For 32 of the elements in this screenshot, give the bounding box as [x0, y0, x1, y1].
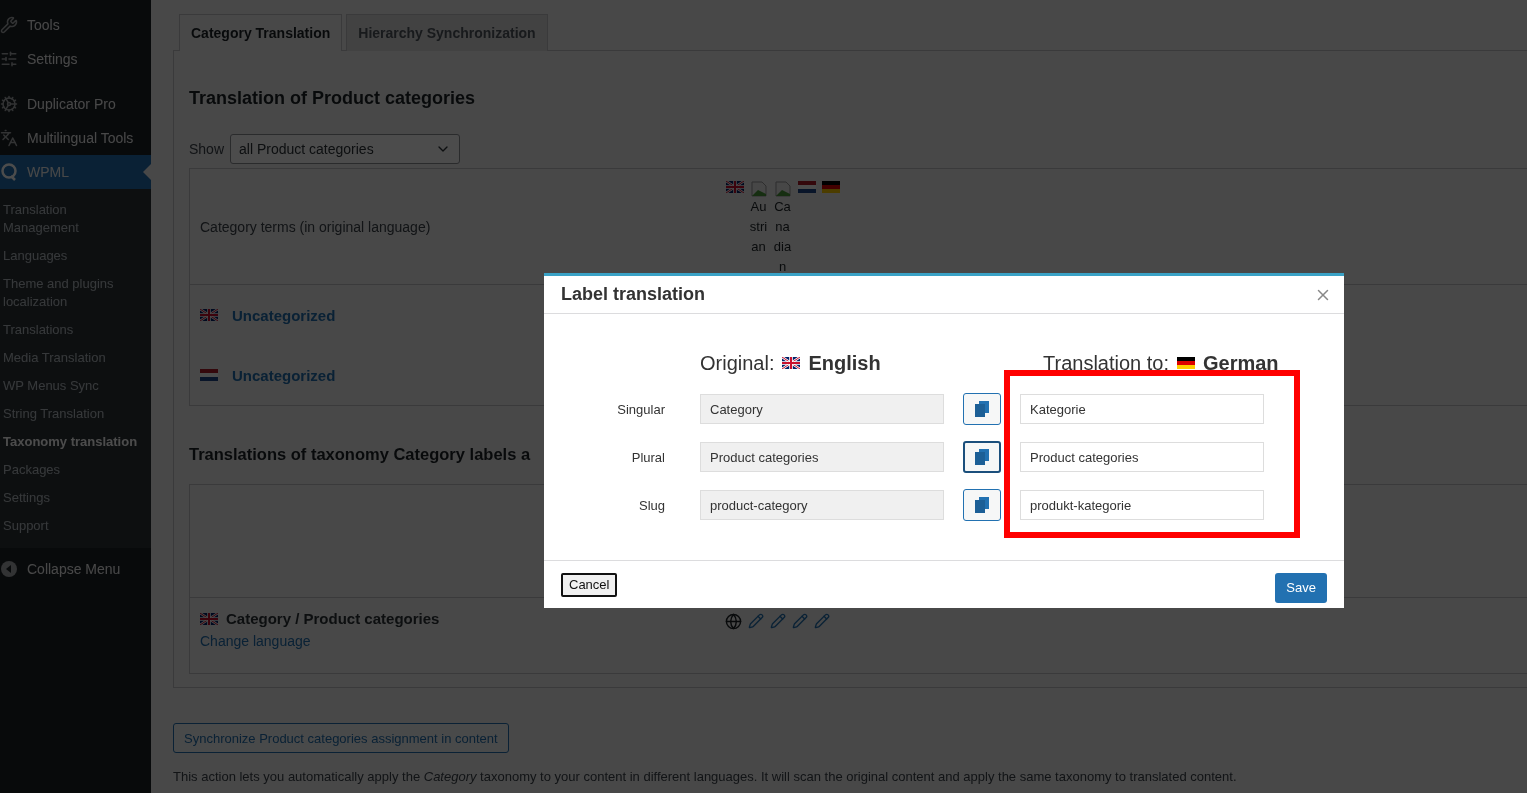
- section-heading: Translations of taxonomy Category labels a: [189, 444, 531, 465]
- translation-field[interactable]: Kategorie: [1020, 394, 1264, 424]
- term-link[interactable]: Uncategorized: [232, 366, 336, 384]
- copy-button[interactable]: [963, 393, 1001, 425]
- copy-icon: [975, 497, 989, 513]
- translation-field[interactable]: produkt-kategorie: [1020, 490, 1264, 520]
- term-link[interactable]: Uncategorized: [232, 306, 336, 324]
- field-label: Singular: [616, 401, 666, 417]
- change-language-link[interactable]: Change language: [200, 633, 311, 649]
- copy-icon: [975, 449, 989, 465]
- original-field[interactable]: product-category: [700, 490, 944, 520]
- copy-icon: [975, 401, 989, 417]
- cancel-button[interactable]: Cancel: [561, 572, 618, 597]
- copy-button[interactable]: [963, 441, 1001, 473]
- save-button[interactable]: Save: [1275, 572, 1327, 603]
- image-alt-text: Canadian: [772, 198, 793, 276]
- original-label: Original:: [700, 351, 775, 375]
- section-heading: Translation of Product categories: [189, 87, 477, 110]
- translation-label: Translation to:: [1043, 351, 1169, 375]
- copy-button[interactable]: [963, 489, 1001, 521]
- language-name: German: [1203, 351, 1279, 375]
- original-field[interactable]: Category: [700, 394, 944, 424]
- flag-icon: [1177, 357, 1195, 369]
- language-name: English: [808, 351, 881, 375]
- flag-icon: [782, 357, 801, 369]
- field-label: Slug: [637, 497, 666, 513]
- translation-field[interactable]: Product categories: [1020, 442, 1264, 472]
- dialog-title: Label translation: [561, 284, 706, 305]
- field-label: Plural: [630, 449, 666, 465]
- image-alt-text: Austrian: [748, 198, 769, 256]
- original-field[interactable]: Product categories: [700, 442, 944, 472]
- label-title: Category / Product categories: [226, 610, 440, 627]
